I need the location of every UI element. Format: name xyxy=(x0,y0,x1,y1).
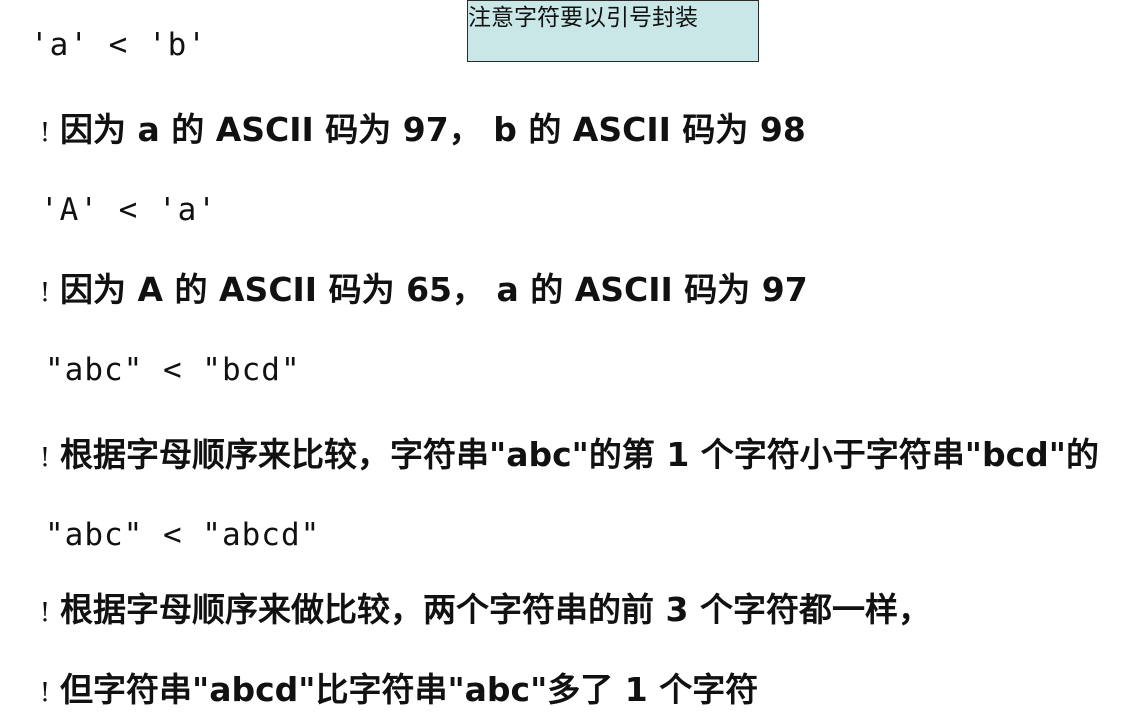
code-line-1: 'a' < 'b' xyxy=(30,27,207,63)
comment-marker: ! xyxy=(39,678,51,708)
comment-line-3: ! 根据字母顺序来比较，字符串"abc"的第 1 个字符小于字符串"bcd"的 xyxy=(30,435,1099,475)
comment-text: 因为 A 的 ASCII 码为 65， a 的 ASCII 码为 97 xyxy=(60,270,808,309)
comment-text: 因为 a 的 ASCII 码为 97， b 的 ASCII 码为 98 xyxy=(60,110,806,149)
comment-text: 但字符串"abcd"比字符串"abc"多了 1 个字符 xyxy=(60,670,759,709)
comment-marker: ! xyxy=(39,118,51,148)
comment-text: 根据字母顺序来比较，字符串"abc"的第 1 个字符小于字符串"bcd"的 xyxy=(60,435,1099,474)
comment-line-1: ! 因为 a 的 ASCII 码为 97， b 的 ASCII 码为 98 xyxy=(30,110,806,150)
comment-line-4: ! 根据字母顺序来做比较，两个字符串的前 3 个字符都一样， xyxy=(30,590,931,630)
comment-line-2: ! 因为 A 的 ASCII 码为 65， a 的 ASCII 码为 97 xyxy=(30,270,808,310)
code-line-3: "abc" < "bcd" xyxy=(45,352,301,388)
comment-marker: ! xyxy=(39,598,51,628)
note-callout: 注意字符要以引号封装 xyxy=(467,0,759,62)
comment-marker: ! xyxy=(39,443,51,473)
code-line-4: "abc" < "abcd" xyxy=(45,517,321,553)
comment-marker: ! xyxy=(39,278,51,308)
comment-text: 根据字母顺序来做比较，两个字符串的前 3 个字符都一样， xyxy=(60,590,931,629)
comment-line-5: ! 但字符串"abcd"比字符串"abc"多了 1 个字符 xyxy=(30,670,758,710)
code-line-2: 'A' < 'a' xyxy=(40,192,217,228)
